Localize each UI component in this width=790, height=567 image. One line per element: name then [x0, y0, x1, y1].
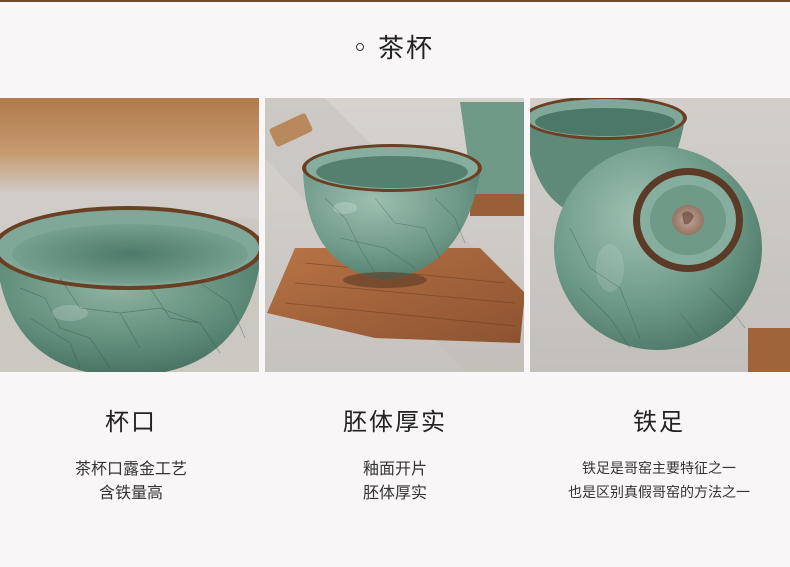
section-title: 茶杯 — [377, 34, 434, 64]
photo-cup-rim — [0, 98, 259, 372]
feature-title: 胚体厚实 — [343, 408, 447, 436]
section-header: 茶杯 — [0, 28, 790, 65]
feature-line: 胚体厚实 — [362, 483, 427, 502]
circle-bullet-icon — [355, 43, 364, 51]
feature-title: 铁足 — [633, 408, 685, 436]
photo-cup-iron-foot — [530, 98, 790, 372]
feature-cup-rim: 杯口 茶杯口露金工艺 含铁量高 — [0, 402, 262, 505]
photo-cup-on-coaster — [265, 98, 524, 372]
feature-line: 茶杯口露金工艺 — [74, 459, 187, 478]
top-border-strip — [0, 0, 790, 2]
feature-line: 也是区别真假哥窑的方法之一 — [568, 485, 750, 501]
feature-line: 含铁量高 — [98, 483, 163, 502]
feature-iron-foot: 铁足 铁足是哥窑主要特征之一 也是区别真假哥窑的方法之一 — [528, 402, 790, 505]
feature-title: 杯口 — [105, 408, 157, 436]
feature-thick-body: 胚体厚实 釉面开片 胚体厚实 — [262, 402, 528, 505]
feature-line: 铁足是哥窑主要特征之一 — [582, 461, 736, 477]
feature-line: 釉面开片 — [362, 459, 427, 478]
